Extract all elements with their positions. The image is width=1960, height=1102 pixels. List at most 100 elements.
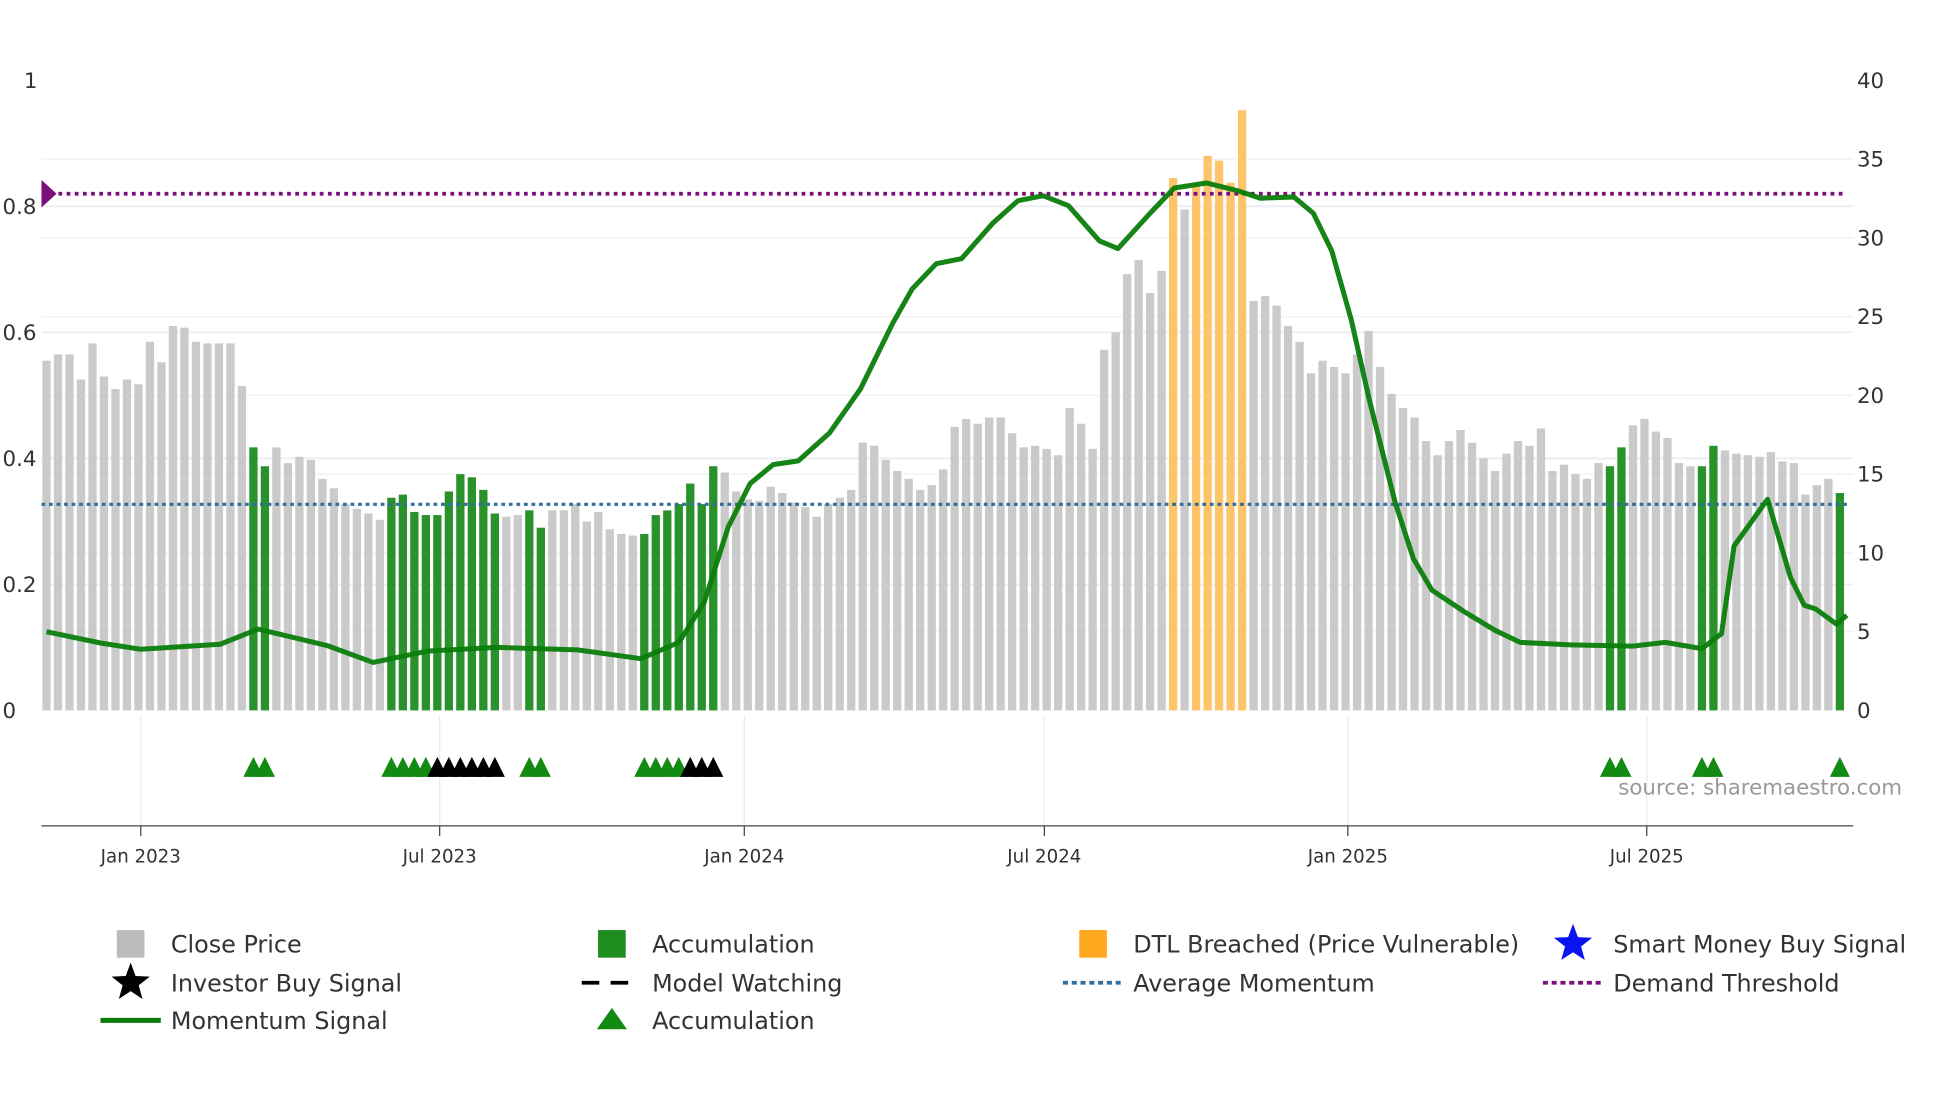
close-price-bar — [1329, 367, 1339, 711]
close-price-bar — [214, 343, 224, 711]
x-tick-label: Jan 2025 — [1307, 846, 1388, 867]
close-price-bar — [1306, 373, 1316, 711]
accumulation-bar — [479, 489, 488, 711]
accumulation-bar — [490, 513, 499, 711]
dtl-breached-bar — [1237, 110, 1247, 711]
close-price-bar — [226, 343, 235, 711]
close-price-bar — [1766, 452, 1776, 711]
legend-label-average-momentum: Average Momentum — [1133, 970, 1374, 998]
close-price-bar — [1295, 341, 1304, 711]
close-price-bar — [1536, 428, 1546, 711]
accumulation-triangle-legend-icon — [596, 1007, 627, 1030]
close-price-bar — [548, 510, 557, 711]
accumulation-bar — [456, 474, 465, 711]
accumulation-bar — [663, 510, 672, 711]
legend-label-demand-threshold: Demand Threshold — [1613, 970, 1839, 998]
close-price-bar — [1433, 455, 1442, 711]
close-price-bar — [582, 521, 591, 711]
close-price-bar — [904, 478, 913, 711]
close-price-bar — [605, 529, 614, 711]
close-price-bar — [272, 447, 281, 711]
dtl-breached-bar — [1203, 155, 1212, 711]
close-price-bar — [1467, 442, 1477, 711]
right-tick-label: 10 — [1857, 541, 1884, 566]
close-price-bar — [1490, 470, 1500, 711]
accumulation-bar — [467, 477, 476, 711]
close-price-bar — [927, 485, 936, 711]
close-price-bar — [1778, 461, 1787, 711]
close-price-bar — [835, 497, 844, 711]
close-price-bar — [364, 513, 373, 711]
close-price-bar — [778, 493, 787, 711]
close-price-bar — [191, 341, 201, 711]
close-price-bar — [571, 504, 580, 711]
accumulation-bar — [249, 447, 258, 711]
close-price-bar — [1674, 463, 1684, 711]
close-price-bar — [1513, 441, 1523, 711]
close-price-bar — [1341, 373, 1350, 711]
x-tick-label: Jul 2023 — [402, 846, 477, 867]
close-price-bar — [283, 463, 293, 711]
close-price-bar — [559, 510, 568, 711]
left-tick-label: 1 — [24, 69, 38, 94]
accumulation-bar — [651, 515, 660, 711]
close-price-bar — [65, 354, 74, 711]
accumulation-bar — [536, 527, 545, 711]
close-price-bar — [824, 504, 833, 711]
dtl-breached-bar — [1168, 177, 1178, 711]
close-price-bar — [306, 459, 316, 711]
close-price-bar — [1651, 431, 1661, 711]
close-price-bar — [1008, 433, 1017, 711]
close-price-bar — [1732, 453, 1741, 711]
close-price-bar — [743, 499, 752, 711]
left-tick-label: 0 — [3, 699, 17, 724]
close-price-bar — [893, 470, 902, 711]
close-price-bar — [502, 516, 511, 711]
close-price-bar — [1571, 474, 1580, 711]
close-price-bar — [1559, 464, 1569, 711]
accumulation-bar — [444, 491, 453, 711]
legend-label-accumulation-bar: Accumulation — [652, 931, 815, 959]
close-price-bar — [1099, 349, 1109, 711]
close-price-bar — [99, 376, 109, 711]
accumulation-bar — [433, 515, 442, 711]
close-price-bar — [1479, 458, 1488, 711]
x-tick-label: Jul 2025 — [1609, 846, 1684, 867]
close-price-bar — [858, 442, 867, 711]
right-tick-label: 40 — [1857, 69, 1884, 94]
close-price-bar — [1755, 456, 1764, 711]
dtl-breached-bar — [1214, 160, 1224, 711]
close-price-bar — [1042, 448, 1051, 711]
close-price-bar — [870, 445, 879, 711]
close-price-bar — [168, 326, 178, 711]
close-price-bar — [1743, 455, 1753, 711]
close-price-bar — [1824, 478, 1833, 711]
left-tick-label: 0.2 — [3, 573, 37, 598]
legend-label-model-watching: Model Watching — [652, 970, 842, 998]
smart-money-star-icon — [1553, 923, 1593, 961]
close-price-bar — [318, 478, 327, 711]
close-price-bar — [1628, 425, 1638, 711]
accumulation-legend-icon — [598, 930, 626, 958]
right-tick-label: 30 — [1857, 226, 1884, 251]
close-price-bar — [732, 491, 741, 711]
close-price-bar — [1352, 354, 1362, 711]
close-price-bar — [1019, 447, 1028, 711]
accumulation-bar — [387, 497, 396, 711]
accumulation-bar — [525, 510, 534, 711]
close-price-bar — [1582, 478, 1592, 711]
legend-label-investor-buy: Investor Buy Signal — [171, 970, 402, 998]
close-price-bar — [973, 423, 982, 711]
x-tick-label: Jul 2024 — [1006, 846, 1081, 867]
close-price-bar — [789, 502, 798, 711]
dtl-breached-legend-icon — [1079, 930, 1107, 958]
close-price-bar — [617, 533, 626, 711]
right-tick-label: 35 — [1857, 148, 1884, 173]
close-price-bar — [1180, 209, 1189, 711]
right-tick-label: 15 — [1857, 463, 1884, 488]
demand-threshold-marker — [41, 179, 57, 208]
close-price-bar — [755, 500, 764, 711]
close-price-bar — [847, 489, 856, 711]
close-price-bar — [88, 343, 97, 711]
close-price-bar — [996, 417, 1005, 711]
